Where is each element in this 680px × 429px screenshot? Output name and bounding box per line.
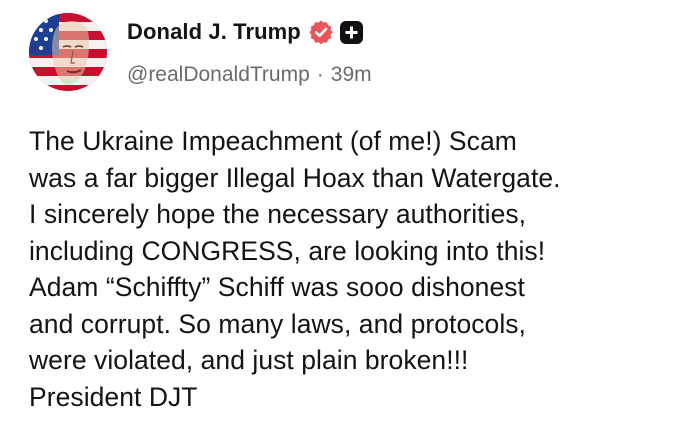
handle-row: @realDonaldTrump · 39m [127,63,372,87]
post-header: Donald J. Trump @realDonaldTrump · 39m [127,14,372,94]
display-name[interactable]: Donald J. Trump [127,19,301,45]
avatar-image [29,13,107,91]
plus-badge-icon [339,20,363,44]
name-row: Donald J. Trump [127,14,372,50]
post-card: Donald J. Trump @realDonaldTrump · 39m T… [0,0,680,429]
user-handle[interactable]: @realDonaldTrump [127,63,310,87]
separator-dot: · [316,63,324,86]
avatar[interactable] [29,13,107,91]
post-body-text: The Ukraine Impeachment (of me!) Scam wa… [29,126,561,412]
post-timestamp[interactable]: 39m [331,63,372,87]
verified-badge-icon [308,19,334,45]
